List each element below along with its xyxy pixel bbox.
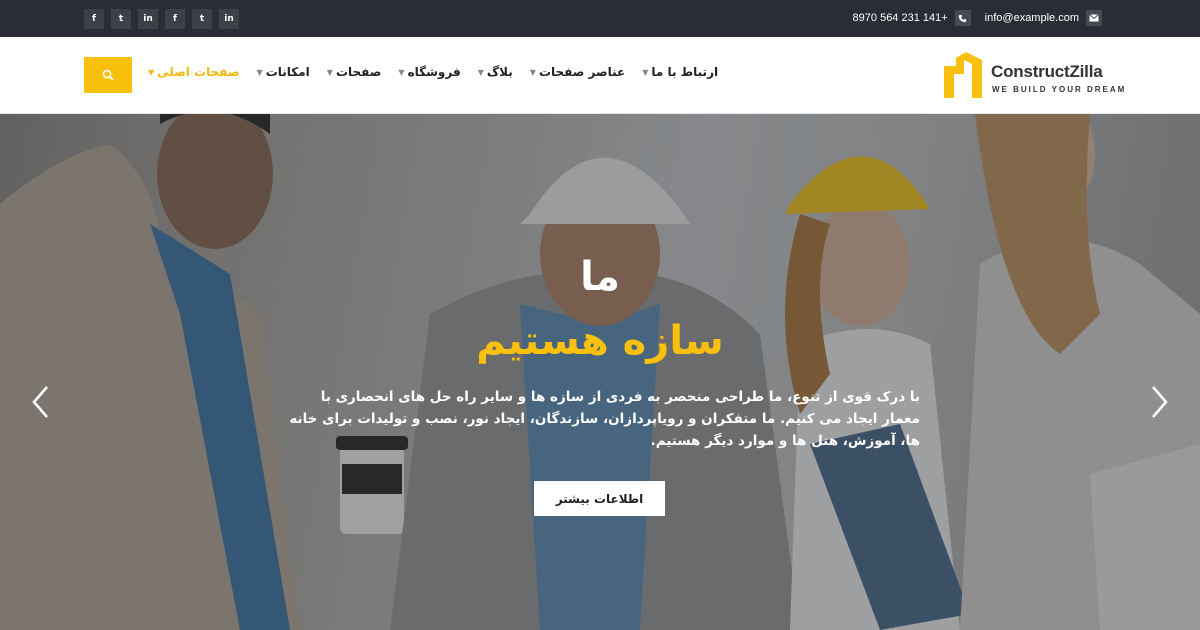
chevron-down-icon: ▼ xyxy=(477,67,484,77)
logo-tagline: WE BUILD YOUR DREAM xyxy=(992,85,1127,94)
chevron-down-icon: ▼ xyxy=(398,67,405,77)
envelope-icon xyxy=(1086,10,1102,26)
chevron-down-icon: ▼ xyxy=(326,67,333,77)
twitter-icon[interactable]: t xyxy=(111,9,131,29)
search-icon xyxy=(102,69,114,81)
menu-item-elements[interactable]: عناصر صفحات ▼ xyxy=(530,65,625,79)
chevron-right-icon[interactable] xyxy=(1148,382,1172,422)
chevron-down-icon: ▼ xyxy=(256,67,263,77)
chevron-down-icon: ▼ xyxy=(642,67,649,77)
linkedin-icon[interactable]: in xyxy=(138,9,158,29)
main-menu: صفحات اصلی ▼ امکانات ▼ صفحات ▼ فروشگاه ▼ بلا… xyxy=(148,65,718,79)
linkedin-icon[interactable]: in xyxy=(219,9,239,29)
social-links: f t in f t in xyxy=(84,9,239,29)
menu-item-home[interactable]: صفحات اصلی ▼ xyxy=(148,65,240,79)
main-header: صفحات اصلی ▼ امکانات ▼ صفحات ▼ فروشگاه ▼ بلا… xyxy=(0,37,1200,114)
logo-name: ConstructZilla xyxy=(991,62,1103,81)
email-address[interactable]: info@example.com xyxy=(985,12,1079,24)
menu-item-features[interactable]: امکانات ▼ xyxy=(257,65,310,79)
chevron-down-icon: ▼ xyxy=(148,67,155,77)
hero-overlay xyxy=(0,114,1200,630)
menu-item-contact[interactable]: ارتباط با ما ▼ xyxy=(642,65,718,79)
menu-item-pages[interactable]: صفحات ▼ xyxy=(327,65,382,79)
site-logo[interactable]: ConstructZilla WE BUILD YOUR DREAM xyxy=(942,50,1124,102)
building-logo-icon xyxy=(944,52,982,98)
hero-slider: ما سازه هستیم با درک قوی از تنوع، ما طرا… xyxy=(0,114,1200,630)
search-button[interactable] xyxy=(84,57,132,93)
phone-number[interactable]: 8970 564 231 141+ xyxy=(853,12,948,24)
hero-title: ما xyxy=(580,254,620,300)
menu-item-blog[interactable]: بلاگ ▼ xyxy=(478,65,513,79)
hero-description: با درک قوی از تنوع، ما طراحی منحصر به فر… xyxy=(289,389,920,449)
more-info-button[interactable]: اطلاعات بیشتر xyxy=(534,481,665,516)
facebook-icon[interactable]: f xyxy=(84,9,104,29)
top-bar: f t in f t in 8970 564 231 141+ info@exa… xyxy=(0,0,1200,37)
chevron-left-icon[interactable] xyxy=(28,382,52,422)
contact-info: 8970 564 231 141+ info@example.com xyxy=(853,10,1102,26)
menu-item-shop[interactable]: فروشگاه ▼ xyxy=(398,65,460,79)
facebook-icon[interactable]: f xyxy=(165,9,185,29)
twitter-icon[interactable]: t xyxy=(192,9,212,29)
hero-subtitle: سازه هستیم xyxy=(476,318,724,364)
phone-icon xyxy=(954,10,971,26)
chevron-down-icon: ▼ xyxy=(529,67,536,77)
